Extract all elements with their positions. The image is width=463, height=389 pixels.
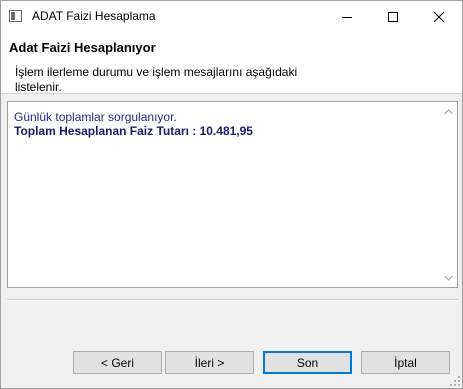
log-content: Günlük toplamlar sorgulanıyor. Toplam He… bbox=[14, 110, 434, 138]
window-title: ADAT Faizi Hesaplama bbox=[32, 9, 156, 23]
divider bbox=[7, 299, 458, 301]
resize-grip-icon[interactable] bbox=[450, 376, 460, 386]
minimize-button[interactable] bbox=[324, 1, 370, 32]
wizard-header: Adat Faizi Hesaplanıyor İşlem ilerleme d… bbox=[1, 32, 462, 94]
maximize-icon bbox=[388, 11, 398, 22]
close-button[interactable] bbox=[416, 1, 462, 32]
vertical-scrollbar[interactable] bbox=[440, 102, 457, 287]
cancel-button[interactable]: İptal bbox=[361, 351, 450, 374]
minimize-icon bbox=[342, 16, 352, 18]
message-log[interactable]: Günlük toplamlar sorgulanıyor. Toplam He… bbox=[7, 101, 458, 288]
wizard-window: ADAT Faizi Hesaplama Adat Faizi Hesaplan… bbox=[0, 0, 463, 389]
maximize-button[interactable] bbox=[370, 1, 416, 32]
finish-button[interactable]: Son bbox=[263, 351, 352, 374]
scroll-up-icon[interactable] bbox=[443, 106, 454, 117]
back-button[interactable]: < Geri bbox=[73, 351, 162, 374]
next-button[interactable]: İleri > bbox=[165, 351, 254, 374]
app-icon bbox=[9, 10, 22, 22]
log-line-total: Toplam Hesaplanan Faiz Tutarı : 10.481,9… bbox=[14, 124, 253, 138]
title-bar[interactable]: ADAT Faizi Hesaplama bbox=[1, 1, 462, 32]
page-description: İşlem ilerleme durumu ve işlem mesajları… bbox=[15, 65, 298, 94]
log-line: Günlük toplamlar sorgulanıyor. bbox=[14, 110, 177, 124]
scroll-down-icon[interactable] bbox=[443, 272, 454, 283]
page-title: Adat Faizi Hesaplanıyor bbox=[9, 40, 156, 55]
close-icon bbox=[434, 11, 444, 22]
